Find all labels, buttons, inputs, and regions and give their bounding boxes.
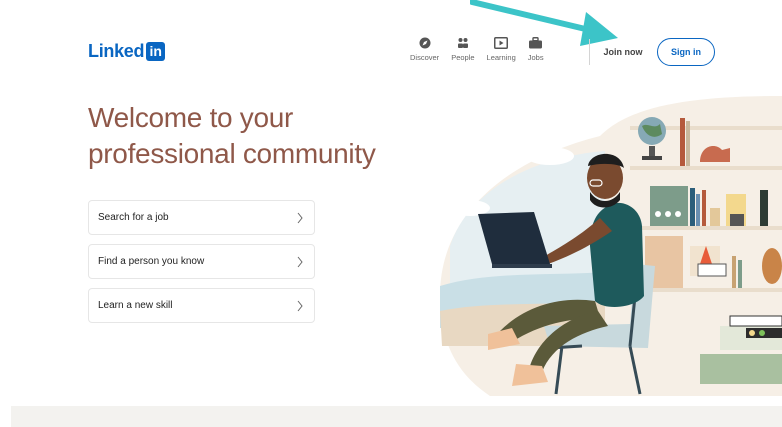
chevron-right-icon	[297, 256, 303, 267]
people-icon	[456, 36, 470, 50]
nav-item-people[interactable]: People	[451, 36, 475, 66]
cta-label: Search for a job	[98, 212, 169, 223]
briefcase-icon	[529, 36, 543, 50]
chevron-right-icon	[297, 212, 303, 223]
cta-list: Search for a job Find a person you know …	[88, 200, 315, 332]
logo-wordmark: Linked	[88, 40, 145, 61]
cta-search-job[interactable]: Search for a job	[88, 200, 315, 235]
footer-band	[11, 406, 782, 427]
nav-label-people: People	[451, 53, 475, 62]
nav-item-learning[interactable]: Learning	[487, 36, 516, 66]
compass-icon	[418, 36, 432, 50]
join-now-button[interactable]: Join now	[598, 40, 648, 64]
nav-label-discover: Discover	[410, 53, 440, 62]
nav-item-jobs[interactable]: Jobs	[528, 36, 544, 66]
play-icon	[494, 36, 509, 50]
hero-illustration	[440, 96, 782, 396]
nav-label-jobs: Jobs	[527, 53, 544, 62]
hero-headline: Welcome to your professional community	[88, 100, 408, 172]
logo-in-box: in	[146, 41, 166, 61]
chevron-right-icon	[297, 300, 303, 311]
linkedin-logo[interactable]: Linked in	[88, 40, 166, 62]
top-nav: Discover People Learning Jobs	[410, 36, 556, 66]
cta-label: Learn a new skill	[98, 300, 173, 311]
nav-label-learning: Learning	[486, 53, 516, 62]
cta-learn-skill[interactable]: Learn a new skill	[88, 288, 315, 323]
sign-in-button[interactable]: Sign in	[657, 38, 715, 66]
cta-find-person[interactable]: Find a person you know	[88, 244, 315, 279]
cta-label: Find a person you know	[98, 256, 205, 267]
nav-item-discover[interactable]: Discover	[410, 36, 439, 66]
hero-headline-line1: Welcome to your	[88, 102, 294, 133]
nav-divider	[589, 39, 590, 65]
hero-headline-line2: professional community	[88, 138, 376, 169]
